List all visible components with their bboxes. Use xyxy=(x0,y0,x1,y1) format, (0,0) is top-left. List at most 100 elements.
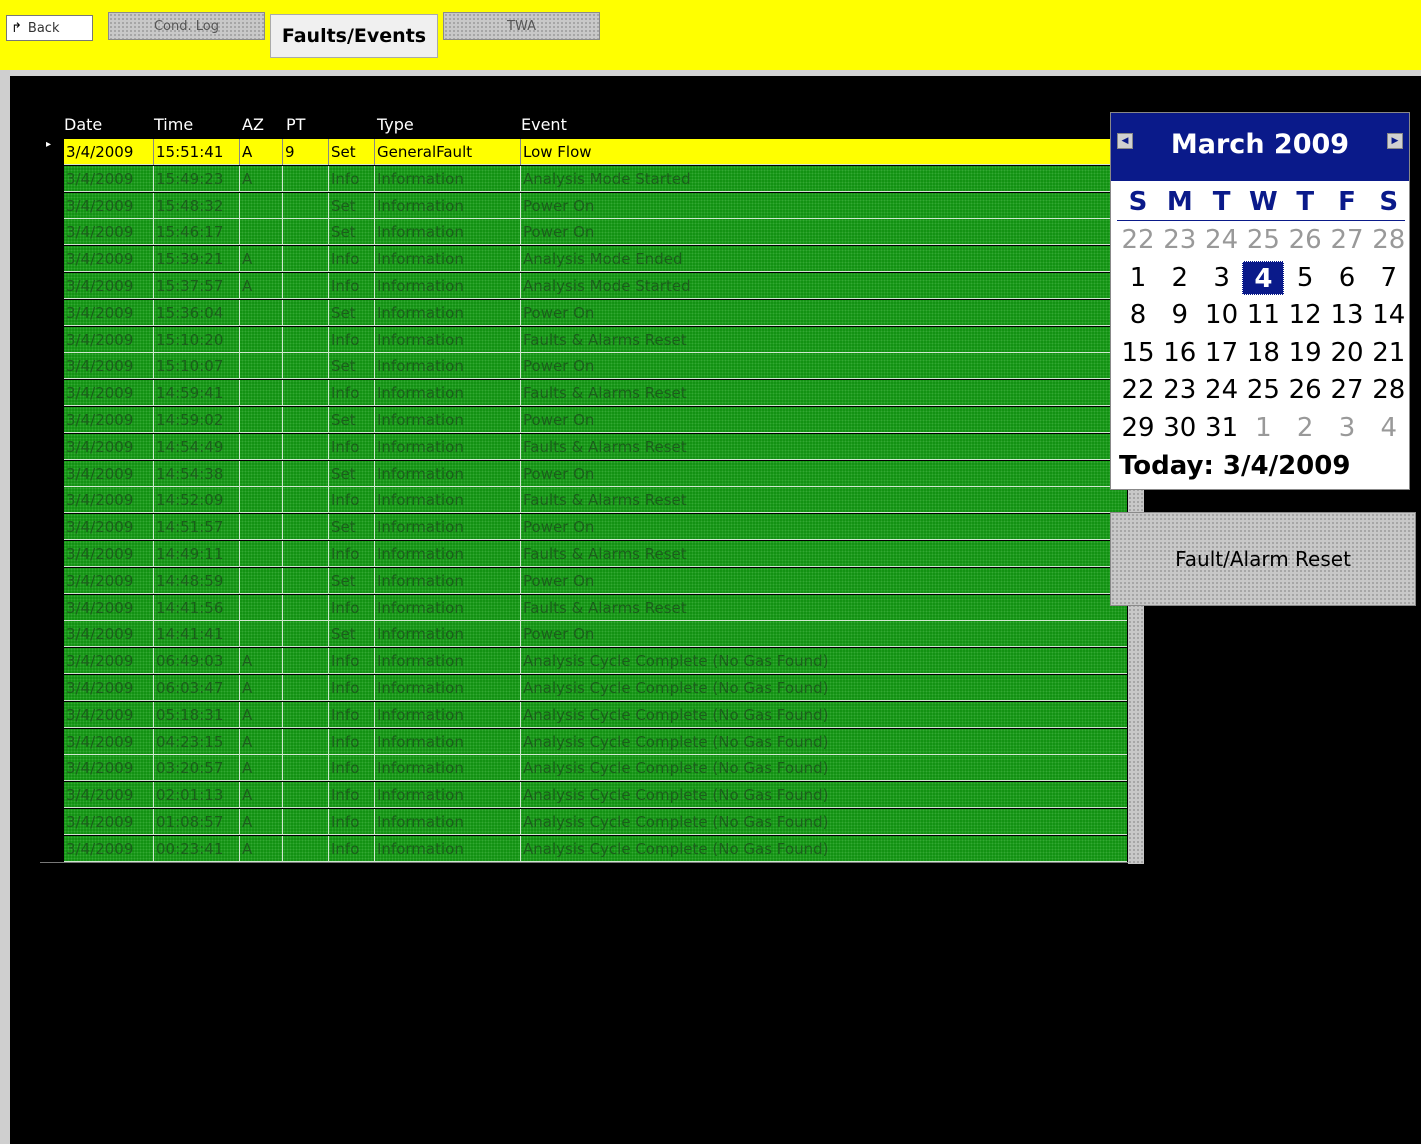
table-row[interactable]: 3/4/2009 14:54:49 Info Information Faults & … xyxy=(64,433,1127,460)
calendar-day[interactable]: 16 xyxy=(1159,336,1201,370)
table-row[interactable]: 3/4/2009 05:18:31 A Info Information Analysis… xyxy=(64,701,1127,728)
calendar-day[interactable]: 3 xyxy=(1201,261,1243,295)
table-cell-type: Information xyxy=(375,648,521,675)
table-cell-pt xyxy=(283,460,329,487)
column-header-type[interactable]: Type xyxy=(377,112,414,138)
calendar-day[interactable]: 25 xyxy=(1242,373,1284,407)
calendar-day[interactable]: 26 xyxy=(1284,223,1326,257)
calendar-day[interactable]: 6 xyxy=(1326,261,1368,295)
calendar-day[interactable]: 2 xyxy=(1284,411,1326,445)
tab-twa[interactable]: TWA xyxy=(443,12,600,40)
table-row[interactable]: 3/4/2009 03:20:57 A Info Information Analysis… xyxy=(64,755,1127,782)
calendar-day[interactable]: 27 xyxy=(1326,373,1368,407)
table-row[interactable]: 3/4/2009 15:39:21 A Info Information Analysis… xyxy=(64,246,1127,273)
calendar-day[interactable]: 31 xyxy=(1201,411,1243,445)
calendar-day[interactable]: 4 xyxy=(1368,411,1410,445)
table-cell-pt xyxy=(283,514,329,541)
table-cell-az xyxy=(240,326,283,353)
table-cell-az xyxy=(240,487,283,514)
table-cell-time: 04:23:15 xyxy=(154,728,240,755)
table-cell-time: 00:23:41 xyxy=(154,835,240,862)
calendar-day[interactable]: 24 xyxy=(1201,223,1243,257)
calendar-day[interactable]: 3 xyxy=(1326,411,1368,445)
table-row[interactable]: 3/4/2009 04:23:15 A Info Information Analysis… xyxy=(64,728,1127,755)
table-row[interactable]: 3/4/2009 06:49:03 A Info Information Analysis… xyxy=(64,648,1127,675)
calendar-day[interactable]: 11 xyxy=(1242,298,1284,332)
calendar-day[interactable]: 15 xyxy=(1117,336,1159,370)
calendar-day[interactable]: 20 xyxy=(1326,336,1368,370)
calendar-day[interactable]: 12 xyxy=(1284,298,1326,332)
calendar-day[interactable]: 22 xyxy=(1117,223,1159,257)
table-cell-time: 15:36:04 xyxy=(154,299,240,326)
calendar-day[interactable]: 25 xyxy=(1242,223,1284,257)
reset-label: Fault/Alarm Reset xyxy=(1175,547,1351,571)
calendar-day[interactable]: 1 xyxy=(1117,261,1159,295)
calendar-day[interactable]: 28 xyxy=(1368,373,1410,407)
calendar-day[interactable]: 17 xyxy=(1201,336,1243,370)
table-cell-set: Set xyxy=(329,514,375,541)
table-cell-time: 01:08:57 xyxy=(154,809,240,835)
table-row[interactable]: 3/4/2009 15:49:23 A Info Information Analysis… xyxy=(64,165,1127,192)
calendar-day[interactable]: 28 xyxy=(1368,223,1410,257)
calendar-day[interactable]: 14 xyxy=(1368,298,1410,332)
calendar-day[interactable]: 22 xyxy=(1117,373,1159,407)
calendar-day[interactable]: 10 xyxy=(1201,298,1243,332)
calendar-day[interactable]: 19 xyxy=(1284,336,1326,370)
calendar-day[interactable]: 5 xyxy=(1284,261,1326,295)
column-header-date[interactable]: Date xyxy=(64,112,102,138)
calendar-day[interactable]: 26 xyxy=(1284,373,1326,407)
tab-faults-events[interactable]: Faults/Events xyxy=(270,14,438,58)
calendar-day[interactable]: 1 xyxy=(1242,411,1284,445)
table-cell-time: 14:54:49 xyxy=(154,433,240,460)
table-row[interactable]: 3/4/2009 15:10:20 Info Information Faults & … xyxy=(64,326,1127,353)
table-cell-pt xyxy=(283,701,329,728)
table-row[interactable]: 3/4/2009 06:03:47 A Info Information Analysis… xyxy=(64,675,1127,701)
calendar-day[interactable]: 21 xyxy=(1368,336,1410,370)
calendar-day[interactable]: 13 xyxy=(1326,298,1368,332)
calendar-day[interactable]: 7 xyxy=(1368,261,1410,295)
table-row[interactable]: 3/4/2009 14:52:09 Info Information Faults & … xyxy=(64,487,1127,514)
table-cell-type: Information xyxy=(375,246,521,273)
table-cell-event: Power On xyxy=(523,625,595,644)
fault-alarm-reset-button[interactable]: Fault/Alarm Reset xyxy=(1110,512,1416,606)
calendar-day[interactable]: 29 xyxy=(1117,411,1159,445)
table-row[interactable]: 3/4/2009 14:48:59 Set Information Power On xyxy=(64,567,1127,594)
table-row[interactable]: 3/4/2009 00:23:41 A Info Information Analysis… xyxy=(64,835,1127,862)
table-cell-date: 3/4/2009 xyxy=(64,621,154,648)
calendar-day[interactable]: 8 xyxy=(1117,298,1159,332)
column-header-az[interactable]: AZ xyxy=(242,112,264,138)
table-row[interactable]: 3/4/2009 01:08:57 A Info Information Analysis… xyxy=(64,809,1127,835)
table-row[interactable]: 3/4/2009 02:01:13 A Info Information Analysis… xyxy=(64,782,1127,809)
table-row[interactable]: 3/4/2009 14:41:56 Info Information Faults & … xyxy=(64,594,1127,621)
calendar-day[interactable]: 30 xyxy=(1159,411,1201,445)
table-row[interactable]: 3/4/2009 15:51:41 A 9 Set GeneralFault Low Flo… xyxy=(64,139,1127,165)
column-header-pt[interactable]: PT xyxy=(286,112,305,138)
column-header-event[interactable]: Event xyxy=(521,112,567,138)
calendar-day[interactable]: 2 xyxy=(1159,261,1201,295)
tab-cond-log[interactable]: Cond. Log xyxy=(108,12,265,40)
table-row[interactable]: 3/4/2009 14:41:41 Set Information Power On xyxy=(64,621,1127,648)
table-row[interactable]: 3/4/2009 14:59:02 Set Information Power On xyxy=(64,407,1127,433)
back-button[interactable]: ↱ Back xyxy=(6,15,93,41)
calendar-day[interactable]: 9 xyxy=(1159,298,1201,332)
table-row[interactable]: 3/4/2009 14:51:57 Set Information Power On xyxy=(64,514,1127,541)
table-row[interactable]: 3/4/2009 15:46:17 Set Information Power On xyxy=(64,219,1127,246)
next-month-icon[interactable]: ▶ xyxy=(1387,133,1403,149)
table-cell-time: 15:10:20 xyxy=(154,326,240,353)
calendar-day[interactable]: 24 xyxy=(1201,373,1243,407)
table-row[interactable]: 3/4/2009 14:54:38 Set Information Power On xyxy=(64,460,1127,487)
calendar-today-label[interactable]: Today: 3/4/2009 xyxy=(1119,451,1350,481)
table-row[interactable]: 3/4/2009 15:36:04 Set Information Power On xyxy=(64,299,1127,326)
table-row[interactable]: 3/4/2009 15:48:32 Set Information Power On xyxy=(64,192,1127,219)
table-row[interactable]: 3/4/2009 15:37:57 A Info Information Analysis… xyxy=(64,273,1127,299)
calendar-day[interactable]: 27 xyxy=(1326,223,1368,257)
column-header-time[interactable]: Time xyxy=(154,112,193,138)
calendar-day-selected[interactable]: 4 xyxy=(1242,260,1285,295)
calendar-day[interactable]: 23 xyxy=(1159,223,1201,257)
calendar-day[interactable]: 23 xyxy=(1159,373,1201,407)
table-row[interactable]: 3/4/2009 14:59:41 Info Information Faults & … xyxy=(64,380,1127,407)
table-row[interactable]: 3/4/2009 14:49:11 Info Information Faults & … xyxy=(64,541,1127,567)
table-row[interactable]: 3/4/2009 15:10:07 Set Information Power On xyxy=(64,353,1127,380)
calendar-day[interactable]: 18 xyxy=(1242,336,1284,370)
table-cell-event: Faults & Alarms Reset xyxy=(523,384,687,403)
